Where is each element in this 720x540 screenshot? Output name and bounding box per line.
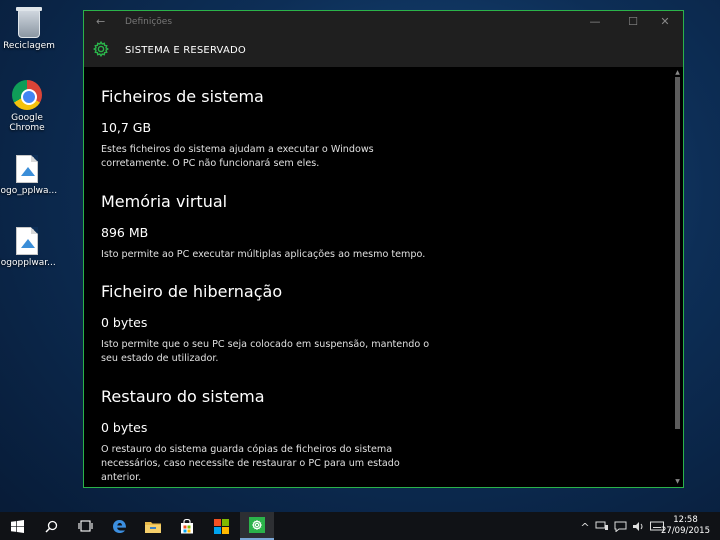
section-system-files: Ficheiros de sistema 10,7 GB Estes fiche…	[101, 87, 431, 171]
edge-browser-icon	[112, 519, 126, 533]
taskbar-file-explorer[interactable]	[136, 512, 170, 540]
section-title: Ficheiro de hibernação	[101, 282, 283, 301]
scrollbar-thumb[interactable]	[675, 77, 680, 429]
taskbar-office[interactable]	[204, 512, 238, 540]
clock-date: 27/09/2015	[661, 526, 710, 536]
desktop-icon-recycle-bin[interactable]: Reciclagem	[0, 6, 58, 51]
title-bar: ← Definições — ☐ ✕	[84, 11, 683, 33]
desktop-icon-label: logopplwar...	[0, 258, 56, 268]
section-description: Estes ficheiros do sistema ajudam a exec…	[101, 144, 374, 169]
office-tiles-icon	[213, 518, 229, 534]
section-title: Memória virtual	[101, 192, 228, 211]
desktop-icon-label: Google Chrome	[9, 113, 45, 133]
task-view-icon	[77, 520, 93, 532]
section-size: 896 MB	[101, 225, 149, 240]
back-arrow-icon[interactable]: ←	[96, 15, 105, 28]
section-hibernation-file: Ficheiro de hibernação 0 bytes Isto perm…	[101, 282, 431, 366]
desktop-icon-label: Reciclagem	[3, 41, 55, 51]
scroll-down-icon[interactable]: ▼	[674, 478, 681, 485]
scroll-up-icon[interactable]: ▲	[674, 69, 681, 76]
volume-icon[interactable]	[632, 521, 645, 532]
section-virtual-memory: Memória virtual 896 MB Isto permite ao P…	[101, 192, 431, 262]
folder-icon	[145, 521, 161, 533]
taskbar-clock[interactable]: 12:58 27/09/2015	[661, 515, 710, 537]
section-size: 10,7 GB	[101, 120, 152, 135]
section-system-restore: Restauro do sistema 0 bytes O restauro d…	[101, 387, 431, 485]
settings-window: ← Definições — ☐ ✕ SISTEMA E RESERVADO F…	[83, 10, 684, 488]
clock-time: 12:58	[673, 515, 698, 525]
desktop-icon-label: logo_pplwa...	[0, 186, 58, 196]
section-description: O restauro do sistema guarda cópias de f…	[101, 444, 400, 483]
chrome-icon	[12, 80, 42, 110]
windows-logo-icon	[10, 519, 24, 533]
desktop-icon-image-file-2[interactable]: logopplwar...	[0, 227, 56, 268]
desktop-icon-chrome[interactable]: Google Chrome	[0, 80, 56, 133]
start-button[interactable]	[0, 512, 34, 540]
window-title: Definições	[125, 17, 173, 27]
store-bag-icon	[181, 518, 193, 533]
section-size: 0 bytes	[101, 420, 148, 435]
system-tray: ^	[578, 512, 664, 540]
search-button[interactable]	[34, 512, 68, 540]
recycle-bin-icon	[16, 7, 42, 38]
section-description: Isto permite que o seu PC seja colocado …	[101, 339, 430, 364]
image-file-icon	[16, 227, 38, 255]
search-icon	[44, 520, 57, 533]
gear-icon	[93, 41, 109, 57]
image-file-icon	[16, 155, 38, 183]
taskbar: ^ 12:58 27/09/2015	[0, 512, 720, 540]
storage-details: Ficheiros de sistema 10,7 GB Estes fiche…	[84, 67, 671, 487]
chat-icon[interactable]	[614, 521, 627, 532]
taskbar-settings[interactable]	[240, 512, 274, 540]
gear-icon	[252, 520, 262, 530]
section-title: Ficheiros de sistema	[101, 87, 264, 106]
section-title: Restauro do sistema	[101, 387, 265, 406]
page-header: SISTEMA E RESERVADO	[84, 33, 683, 67]
settings-app-icon	[249, 517, 265, 533]
minimize-icon[interactable]: —	[587, 15, 603, 28]
vertical-scrollbar[interactable]: ▲ ▼	[674, 69, 681, 485]
network-icon[interactable]	[595, 521, 609, 531]
page-title: SISTEMA E RESERVADO	[125, 45, 246, 56]
chevron-up-icon[interactable]: ^	[578, 521, 592, 534]
taskbar-store[interactable]	[170, 512, 204, 540]
section-description: Isto permite ao PC executar múltiplas ap…	[101, 249, 426, 260]
close-icon[interactable]: ✕	[657, 15, 673, 28]
section-size: 0 bytes	[101, 315, 148, 330]
maximize-icon[interactable]: ☐	[625, 15, 641, 28]
desktop-icon-image-file-1[interactable]: logo_pplwa...	[0, 155, 58, 196]
taskbar-edge[interactable]	[102, 512, 136, 540]
task-view-button[interactable]	[68, 512, 102, 540]
